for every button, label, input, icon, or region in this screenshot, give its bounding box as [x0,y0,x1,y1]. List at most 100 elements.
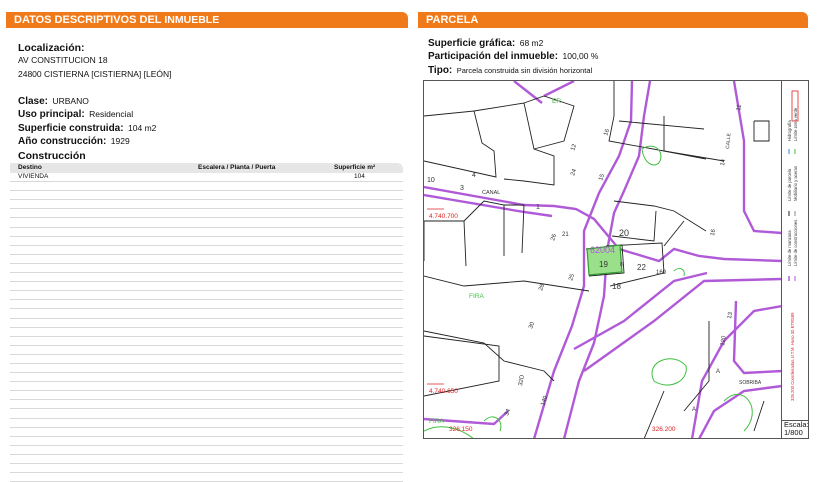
legend-svg: Límite de manzana Límite de construccion… [787,90,799,401]
legend-coords: 326.200 Coordenadas U.T.M. Huso 30 ETRS8… [790,312,795,401]
map-label-18: 18 [612,282,621,291]
map-label-10: 10 [427,177,435,184]
map-parcel-id: 62004 [590,245,615,255]
legend-hidrografia: Hidrografía [787,120,792,141]
table-row [10,200,403,210]
map-label-21: 21 [562,232,569,238]
anio-value: 1929 [110,136,130,146]
table-row [10,328,403,337]
table-row [10,209,403,219]
map-label-4: 4 [472,172,476,179]
table-row [10,446,403,455]
table-row [10,237,403,246]
map-coord-x2: 326.200 [652,426,676,433]
table-row [10,319,403,328]
table-row [10,409,403,419]
localizacion-label: Localización: [18,42,85,54]
map-label-er: ER [552,98,561,105]
section-header-parcela: PARCELA [418,12,808,28]
map-label-30: 30 [528,321,536,330]
legend-mobiliario: Mobiliario y aceras [793,166,798,201]
map-label-24: 24 [570,168,578,177]
col-superficie: Superficie m² [334,164,376,171]
header-prefix: DATOS DESCRIPTIVOS DEL [14,14,165,26]
cadastral-map[interactable]: 10 3 CANAL 1 4 20 19 22 18 62004 160 8 2… [423,80,809,439]
table-row [10,382,403,392]
scale-value: 1/800 [784,428,803,437]
table-row [10,282,403,292]
anio-label: Año construcción: [18,136,107,147]
table-row [10,419,403,428]
table-row [10,300,403,310]
table-row [10,364,403,374]
table-row [10,264,403,274]
address-line1: AV CONSTITUCION 18 [18,55,108,65]
table-row [10,191,403,201]
construccion-title: Construcción [18,150,86,162]
cell-superficie: 104 [354,173,365,180]
map-label-fira1: FIRA [469,293,484,300]
table-row [10,337,403,346]
table-row [10,246,403,255]
table-row [10,373,403,383]
construccion-table: Destino Escalera / Planta / Puerta Super… [10,163,403,482]
header-title: PARCELA [426,14,479,26]
map-label-32d: 32D [518,374,526,387]
map-label-fira2: FIRA [429,418,444,425]
map-label-22b: 12 [570,143,578,152]
section-header-inmueble: DATOS DESCRIPTIVOS DEL INMUEBLE [6,12,408,28]
table-row [10,355,403,364]
map-label-canal: CANAL [482,190,500,196]
map-label-26: 26 [550,233,558,242]
map-label-8: 8 [620,262,623,268]
col-destino: Destino [18,164,42,171]
table-row [10,391,403,401]
legend-construcciones: Límite de construcciones [793,220,798,266]
table-row [10,428,403,437]
map-label-34: 34 [504,408,512,417]
table-row [10,255,403,264]
map-label-160: 160 [656,270,667,276]
table-row [10,400,403,410]
map-coord-y2: 4.740.650 [429,388,458,395]
table-row [10,228,403,237]
map-label-25: 25 [568,273,576,282]
legend-zona-verde: Límite zona verde [793,107,798,141]
map-label-120: 120 [720,335,728,347]
table-header: Destino Escalera / Planta / Puerta Super… [10,163,403,173]
table-row [10,182,403,192]
map-legend: Límite de manzana Límite de construccion… [781,81,808,420]
table-row [10,218,403,228]
table-row [10,455,403,464]
table-row [10,309,403,319]
tipo-label: Tipo: [428,65,453,76]
legend-parcela: Límite de parcela [787,168,792,201]
map-coord-y1: 4.740.700 [429,213,458,220]
table-row [10,291,403,301]
col-escalera: Escalera / Planta / Puerta [198,164,276,171]
map-label-16b: 16 [710,228,717,236]
legend-manzana: Límite de manzana [787,230,792,266]
map-label-20: 20 [619,228,629,238]
map-label-a1: A [716,369,720,375]
address-line2: 24800 CISTIERNA [CISTIERNA] [LEÓN] [18,69,172,79]
map-label-sobriba: SOBRIBA [739,380,762,386]
tipo-value: Parcela construida sin división horizont… [456,66,593,75]
map-scale: Escala: 1/800 [781,420,809,439]
cell-destino: VIVIENDA [18,173,49,180]
map-label-1: 1 [536,204,540,211]
map-svg: 10 3 CANAL 1 4 20 19 22 18 62004 160 8 2… [424,81,782,438]
table-row [10,473,403,482]
map-label-calle: CALLE [725,132,732,149]
map-label-14: 14 [720,158,727,166]
tipo-row: Tipo: Parcela construida sin división ho… [428,60,592,78]
table-row [10,437,403,446]
superficie-value: 104 m2 [128,123,157,133]
table-row [10,273,403,283]
map-label-a2: A [692,407,696,413]
header-strong: INMUEBLE [164,14,220,26]
anio-row: Año construcción: 1929 [18,131,130,149]
table-row: VIVIENDA 104 [10,173,403,183]
map-label-19: 19 [599,260,608,269]
map-label-11: 11 [736,104,743,112]
